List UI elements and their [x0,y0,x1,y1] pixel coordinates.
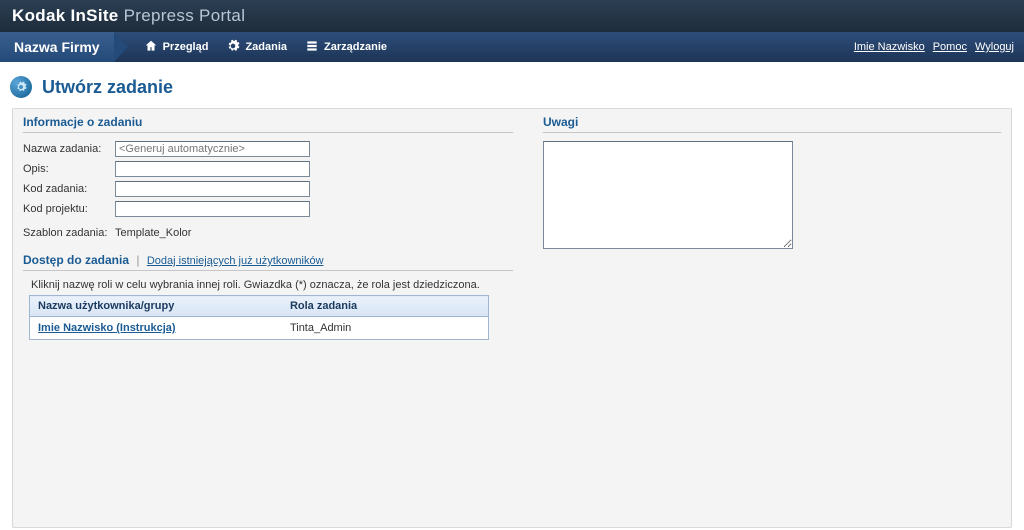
section-access-label: Dostęp do zadania [23,253,129,267]
job-name-label: Nazwa zadania: [23,143,115,155]
desc-label: Opis: [23,163,115,175]
brand-part1: Kodak InSite [12,6,119,25]
job-code-input[interactable] [115,181,310,197]
nav-overview[interactable]: Przegląd [144,39,209,56]
section-notes-title: Uwagi [543,115,1001,133]
app-header: Kodak InSite Prepress Portal [0,0,1024,32]
template-label: Szablon zadania: [23,227,115,239]
table-row: Imie Nazwisko (Instrukcja) Tinta_Admin [30,317,489,340]
brand-part2: Prepress Portal [124,6,246,25]
section-access-title: Dostęp do zadania | Dodaj istniejących j… [23,253,513,271]
access-table: Nazwa użytkownika/grupy Rola zadania Imi… [29,295,489,340]
access-role-cell[interactable]: Tinta_Admin [282,317,489,340]
access-user-link[interactable]: Imie Nazwisko (Instrukcja) [38,322,176,334]
brand-text: Kodak InSite Prepress Portal [12,6,245,26]
template-value: Template_Kolor [115,227,191,239]
nav-logout-link[interactable]: Wyloguj [975,41,1014,53]
desc-input[interactable] [115,161,310,177]
project-code-label: Kod projektu: [23,203,115,215]
tasks-icon [305,39,319,56]
nav-username-link[interactable]: Imie Nazwisko [854,41,925,53]
notes-textarea[interactable] [543,141,793,249]
gear-icon [226,39,240,56]
page-subheader: Utwórz zadanie [0,62,1024,108]
home-icon [144,39,158,56]
main-nav: Nazwa Firmy Przegląd Zadania Zarządzanie… [0,32,1024,62]
nav-admin-label: Zarządzanie [324,41,387,53]
nav-jobs-label: Zadania [245,41,287,53]
page-icon [10,76,32,98]
nav-jobs[interactable]: Zadania [226,39,287,56]
page-title: Utwórz zadanie [42,77,173,98]
job-code-label: Kod zadania: [23,183,115,195]
add-users-link[interactable]: Dodaj istniejących już użytkowników [147,255,324,267]
access-col-role: Rola zadania [282,296,489,317]
nav-admin[interactable]: Zarządzanie [305,39,387,56]
access-hint: Kliknij nazwę roli w celu wybrania innej… [31,279,513,291]
project-code-input[interactable] [115,201,310,217]
company-name: Nazwa Firmy [0,32,114,62]
separator: | [136,253,139,267]
access-col-user: Nazwa użytkownika/grupy [30,296,282,317]
nav-overview-label: Przegląd [163,41,209,53]
job-name-input[interactable] [115,141,310,157]
section-job-info-title: Informacje o zadaniu [23,115,513,133]
content-panel: Informacje o zadaniu Nazwa zadania: Opis… [12,108,1012,528]
nav-help-link[interactable]: Pomoc [933,41,967,53]
